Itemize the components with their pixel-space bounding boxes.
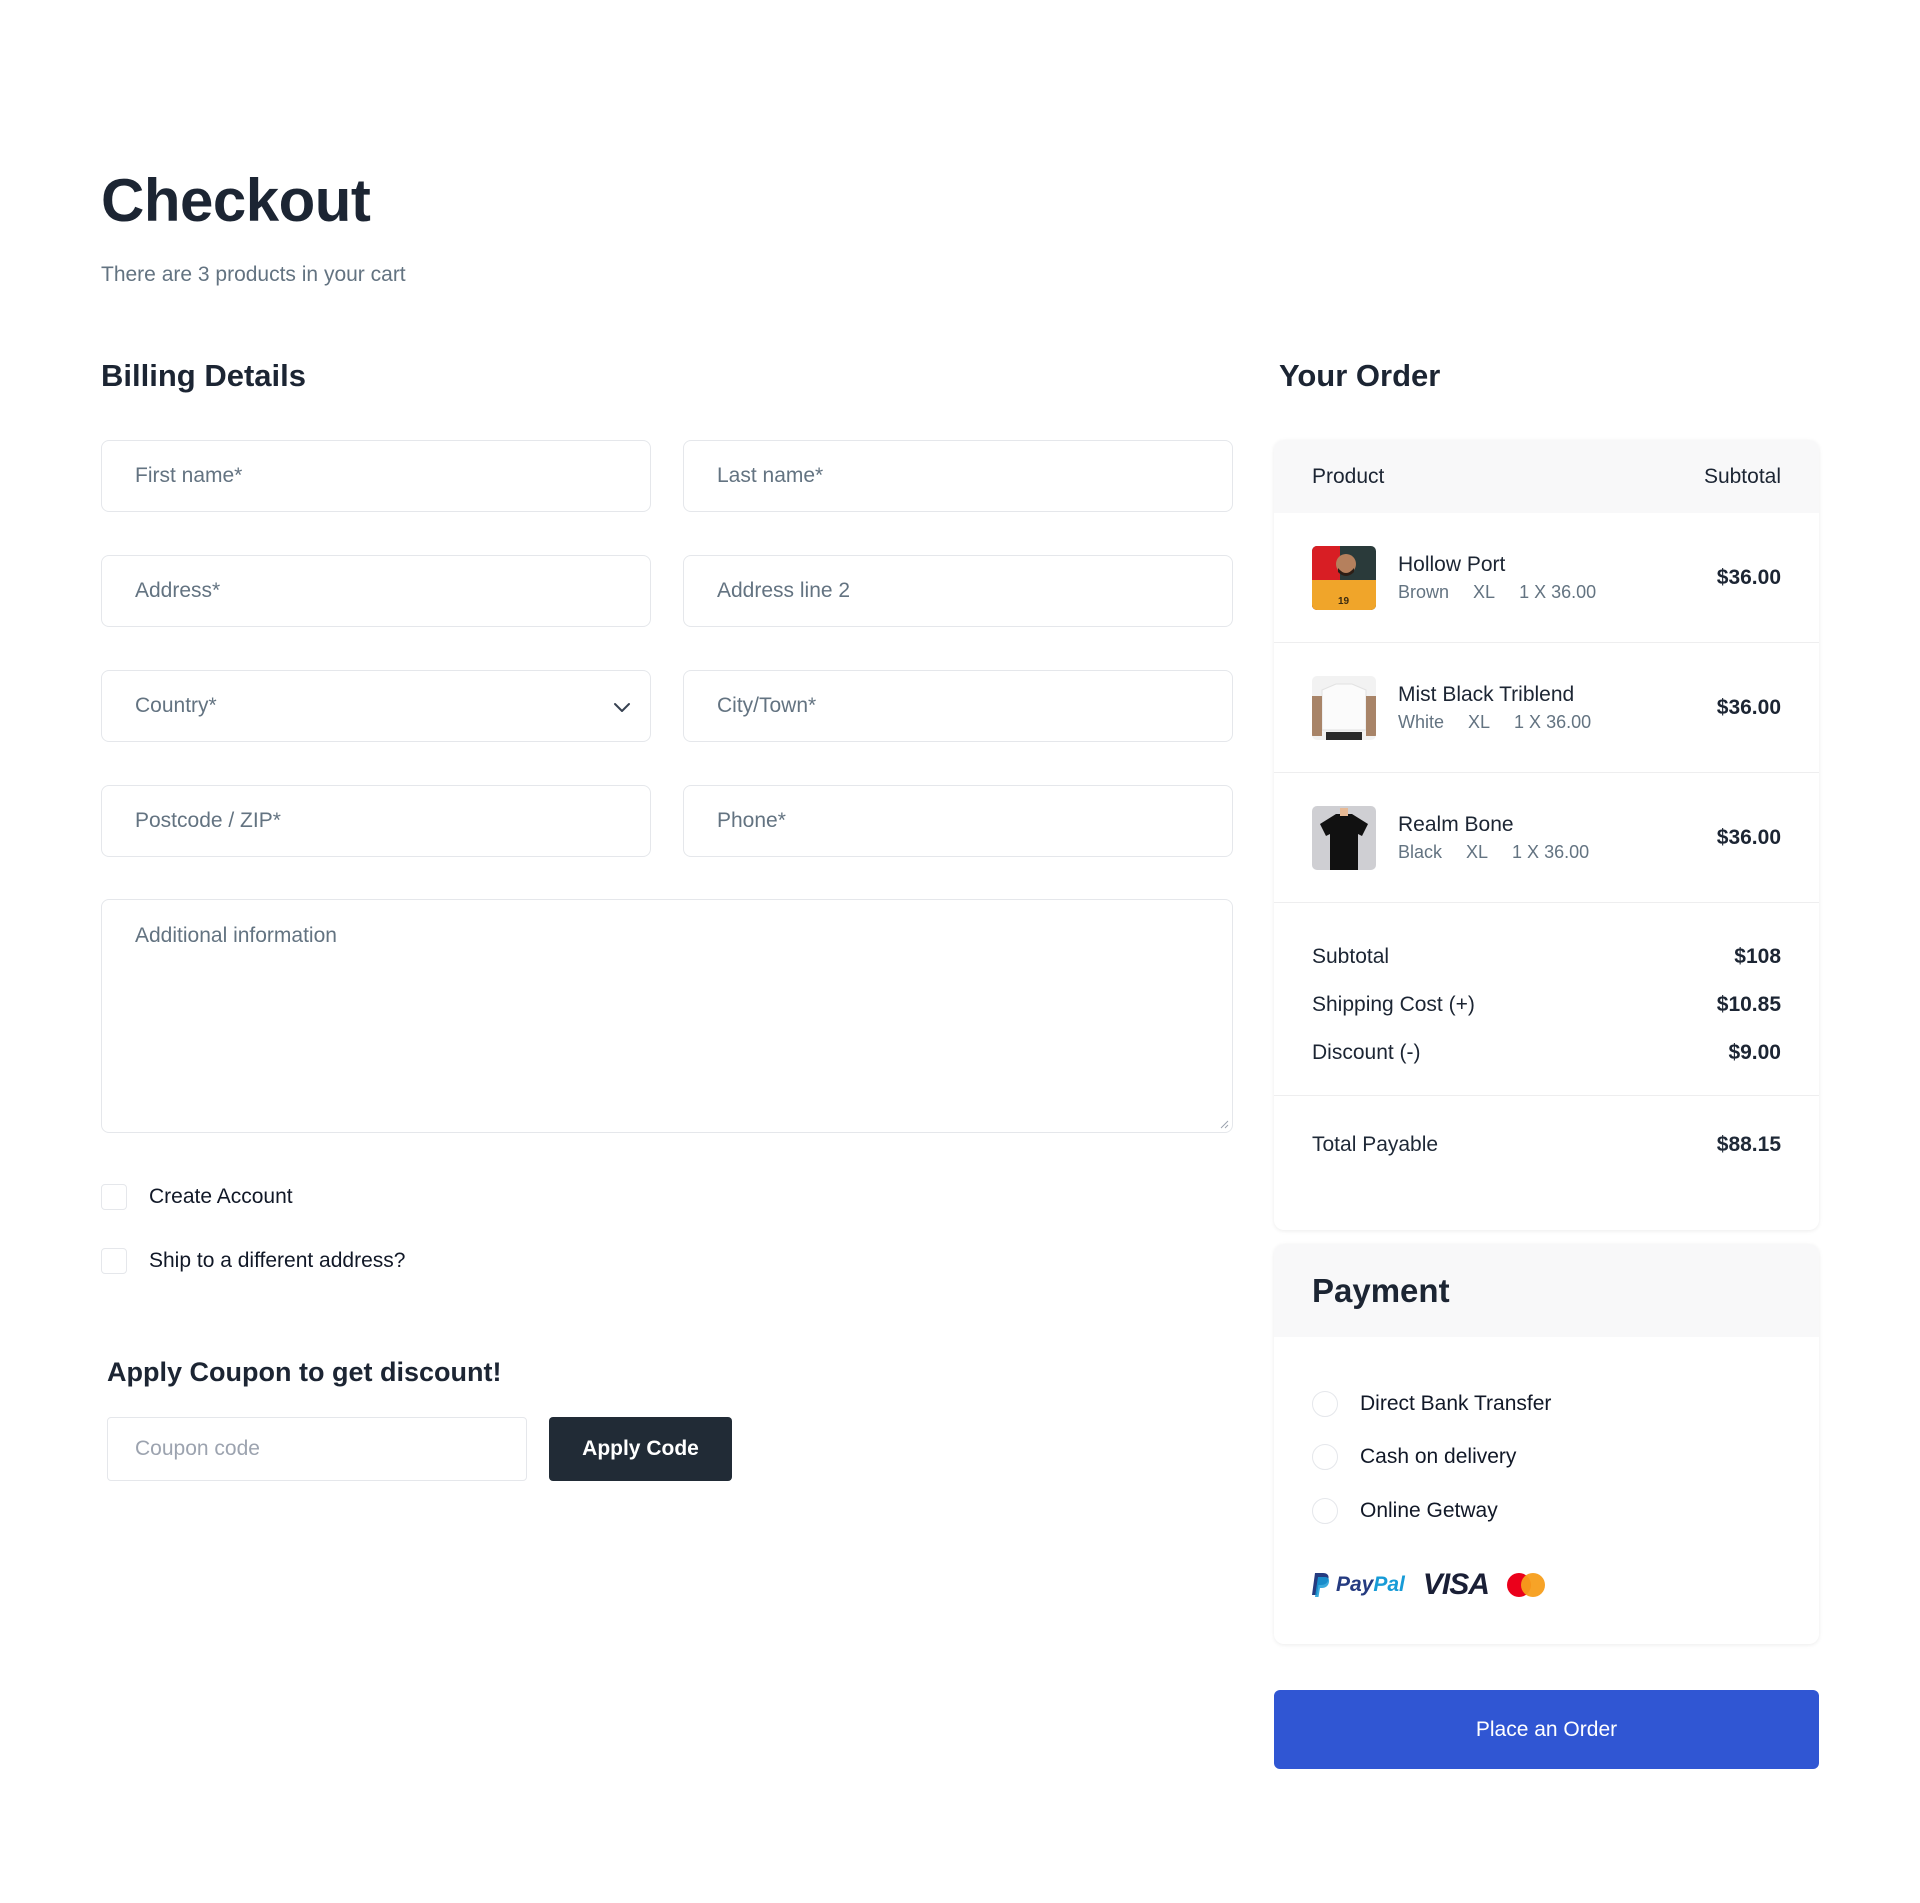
resize-grip-icon[interactable] (1219, 1119, 1229, 1129)
billing-details-heading: Billing Details (101, 358, 306, 393)
country-select-value: Country* (135, 694, 217, 717)
subtotal-label: Subtotal (1312, 945, 1390, 968)
item-color: Brown (1398, 581, 1450, 602)
item-color: Black (1398, 841, 1443, 862)
last-name-input[interactable] (717, 464, 1232, 488)
order-item: 19 Hollow Port Brown XL 1 X 36.00 $36.00 (1274, 513, 1819, 643)
payment-card: Payment Direct Bank Transfer Cash on del… (1274, 1244, 1819, 1644)
postcode-input[interactable] (135, 809, 650, 833)
address-line2-field[interactable] (683, 555, 1233, 627)
product-thumbnail (1312, 675, 1376, 740)
phone-field[interactable] (683, 785, 1233, 857)
your-order-heading: Your Order (1279, 358, 1441, 393)
postcode-field[interactable] (101, 785, 651, 857)
apply-code-button[interactable]: Apply Code (549, 1417, 732, 1481)
ship-different-label: Ship to a different address? (149, 1249, 406, 1272)
item-name: Hollow Port (1398, 552, 1506, 576)
item-qty: 1 X 36.00 (1519, 581, 1597, 602)
page-title: Checkout (101, 167, 371, 234)
paypal-logo: Pay Pal (1312, 1572, 1405, 1597)
place-order-button[interactable]: Place an Order (1274, 1690, 1819, 1769)
radio-button[interactable] (1312, 1390, 1338, 1417)
address-field[interactable] (101, 555, 651, 627)
radio-button[interactable] (1312, 1497, 1338, 1524)
create-account-checkbox[interactable] (101, 1184, 127, 1210)
total-payable-label: Total Payable (1312, 1132, 1439, 1156)
phone-input[interactable] (717, 809, 1232, 833)
order-summary-card: Product Subtotal 19 Hollow Port Brown XL 1… (1274, 440, 1819, 1230)
chevron-down-icon (614, 703, 630, 712)
address-line2-input[interactable] (717, 579, 1232, 603)
shipping-label: Shipping Cost (+) (1312, 993, 1475, 1016)
item-color: White (1398, 711, 1445, 732)
payment-option-label: Direct Bank Transfer (1360, 1391, 1552, 1415)
payment-option-online-gateway[interactable]: Online Getway (1312, 1484, 1781, 1538)
payment-option-bank-transfer[interactable]: Direct Bank Transfer (1312, 1377, 1781, 1431)
item-qty: 1 X 36.00 (1512, 841, 1590, 862)
product-thumbnail (1312, 805, 1376, 870)
first-name-input[interactable] (135, 464, 650, 488)
item-qty: 1 X 36.00 (1514, 711, 1592, 732)
additional-info-field[interactable] (101, 899, 1233, 1133)
address-input[interactable] (135, 579, 650, 603)
product-thumbnail: 19 (1312, 545, 1376, 610)
first-name-field[interactable] (101, 440, 651, 512)
order-item: Realm Bone Black XL 1 X 36.00 $36.00 (1274, 773, 1819, 903)
total-payable-row: Total Payable $88.15 (1274, 1096, 1819, 1193)
item-size: XL (1468, 711, 1491, 732)
ship-different-checkbox[interactable] (101, 1248, 127, 1274)
coupon-input[interactable] (135, 1437, 526, 1461)
item-price: $36.00 (1716, 825, 1781, 849)
payment-option-label: Online Getway (1360, 1498, 1498, 1522)
item-name: Mist Black Triblend (1398, 682, 1575, 706)
last-name-field[interactable] (683, 440, 1233, 512)
coupon-field[interactable] (107, 1417, 527, 1481)
discount-label: Discount (-) (1312, 1041, 1421, 1064)
city-field[interactable] (683, 670, 1233, 742)
radio-button[interactable] (1312, 1444, 1338, 1471)
order-item: Mist Black Triblend White XL 1 X 36.00 $36… (1274, 643, 1819, 773)
order-totals: Subtotal $108 Shipping Cost (+) $10.85 Dis… (1274, 903, 1819, 1096)
country-select[interactable]: Country* (101, 670, 651, 742)
payment-heading: Payment (1274, 1244, 1819, 1337)
payment-option-label: Cash on delivery (1360, 1445, 1517, 1469)
create-account-label: Create Account (149, 1185, 293, 1208)
subtotal-value: $108 (1734, 945, 1781, 968)
create-account-option[interactable]: Create Account (101, 1184, 293, 1210)
city-input[interactable] (717, 694, 1232, 718)
ship-different-option[interactable]: Ship to a different address? (101, 1248, 405, 1274)
visa-logo: VISA (1422, 1567, 1490, 1601)
svg-text:19: 19 (1338, 596, 1350, 607)
total-payable-value: $88.15 (1716, 1132, 1781, 1156)
coupon-heading: Apply Coupon to get discount! (107, 1357, 502, 1387)
payment-option-cash-on-delivery[interactable]: Cash on delivery (1312, 1431, 1781, 1485)
item-price: $36.00 (1716, 695, 1781, 719)
subtotal-column-header: Subtotal (1703, 464, 1781, 488)
item-size: XL (1466, 841, 1489, 862)
cart-count-text: There are 3 products in your cart (101, 263, 406, 286)
discount-value: $9.00 (1728, 1041, 1781, 1064)
item-name: Realm Bone (1398, 812, 1514, 836)
item-price: $36.00 (1716, 565, 1781, 589)
product-column-header: Product (1312, 464, 1385, 488)
additional-info-textarea[interactable] (135, 924, 1232, 1104)
mastercard-logo (1506, 1572, 1545, 1597)
item-size: XL (1473, 581, 1496, 602)
paypal-icon (1312, 1572, 1330, 1597)
shipping-value: $10.85 (1716, 993, 1781, 1016)
order-table-header: Product Subtotal (1274, 440, 1819, 513)
payment-logos: Pay Pal VISA (1312, 1568, 1781, 1602)
